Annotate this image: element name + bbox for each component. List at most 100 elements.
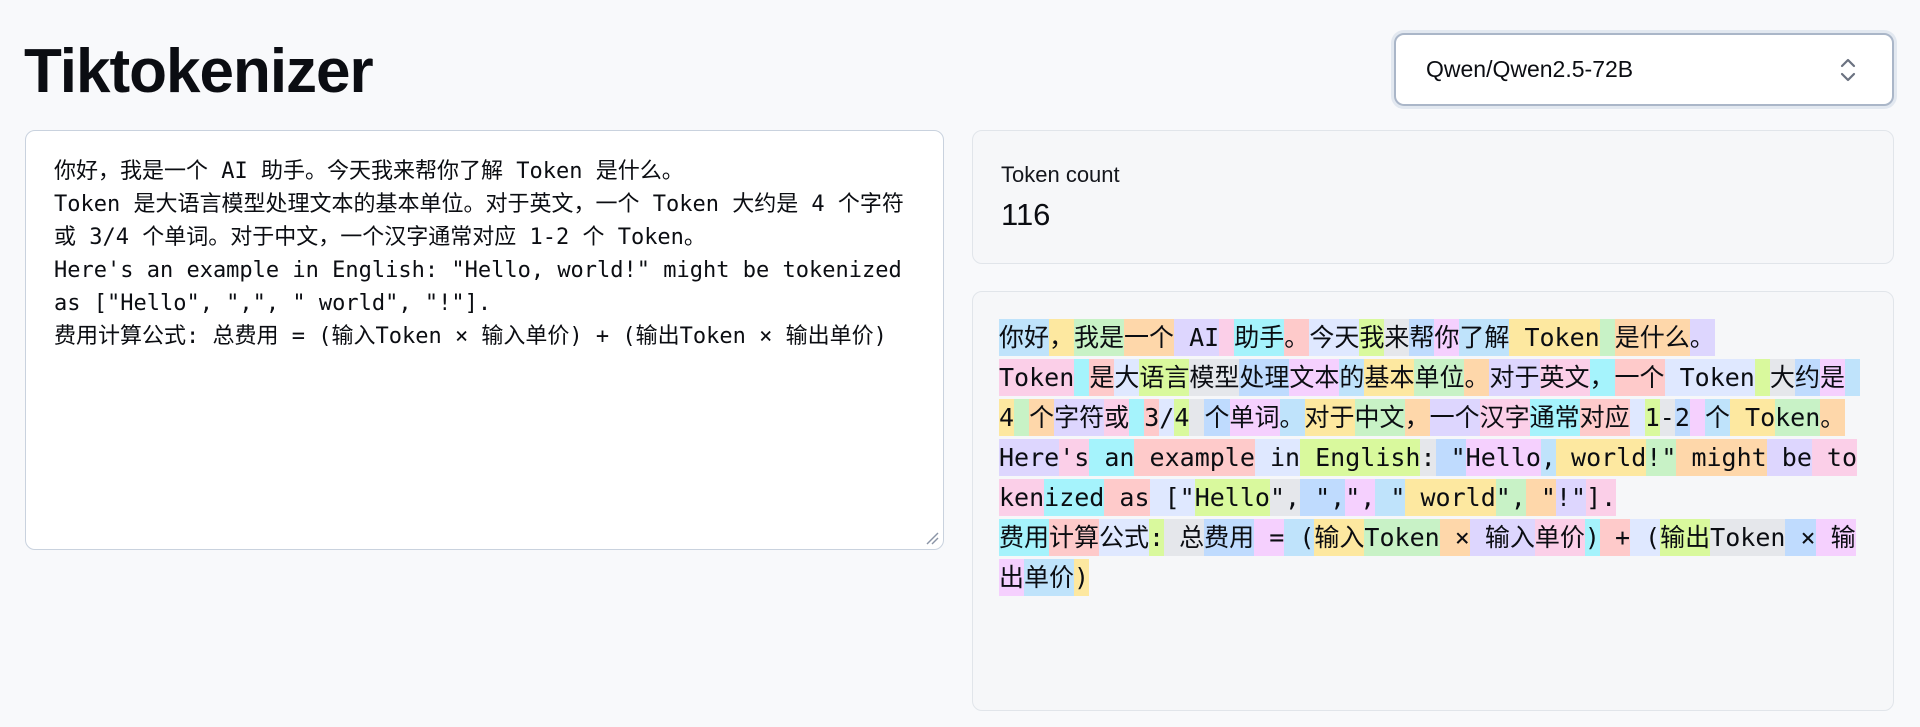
token-chip: / [1159, 399, 1175, 436]
token-chip: 语言 [1139, 359, 1190, 396]
token-chip: 个 [1029, 399, 1055, 436]
token-chip: : [1149, 519, 1165, 556]
token-chip: 一个 [1124, 319, 1175, 356]
token-chip: English [1300, 439, 1421, 476]
token-chip: 。 [1464, 359, 1490, 396]
token-chip: 4 [999, 399, 1015, 436]
token-chip: , [1540, 439, 1556, 476]
token-chip: × [1785, 519, 1816, 556]
token-chip: 大 [1114, 359, 1140, 396]
token-chip: 通常 [1529, 399, 1580, 436]
token-chip: 我是 [1074, 319, 1125, 356]
token-chip: + [1599, 519, 1631, 556]
token-chip: an [1089, 439, 1135, 476]
token-chip: 单价 [1534, 519, 1585, 556]
token-chip: 了解 [1459, 319, 1510, 356]
token-chip: " [1525, 479, 1556, 516]
token-chip: 一个 [1429, 399, 1480, 436]
token-chip [1844, 359, 1861, 396]
token-chip: ( [1630, 519, 1661, 556]
token-chip: 文本 [1289, 359, 1340, 396]
token-chip: ) [1074, 559, 1090, 596]
token-chip: 英文 [1539, 359, 1590, 396]
prompt-input[interactable]: 你好，我是一个 AI 助手。今天我来帮你了解 Token 是什么。 Token … [25, 130, 944, 550]
token-chip: 对于 [1489, 359, 1540, 396]
token-chip: To [1729, 399, 1776, 436]
token-chip [1689, 399, 1705, 436]
prompt-input-text[interactable]: 你好，我是一个 AI 助手。今天我来帮你了解 Token 是什么。 Token … [54, 155, 915, 353]
token-visualization-panel: 你好，我是一个 AI 助手。今天我来帮你了解 Token 是什么。 Token 是… [972, 291, 1894, 711]
token-chip [1754, 359, 1770, 396]
token-chip: Token [1509, 319, 1600, 356]
token-chip: " [1375, 479, 1406, 516]
token-count-value: 116 [1001, 197, 1051, 232]
token-chip: 来 [1384, 319, 1410, 356]
token-chip: ， [1589, 359, 1615, 396]
token-chip: ( [1284, 519, 1315, 556]
token-chip: AI [1174, 319, 1220, 356]
token-count-label: Token count [1001, 162, 1120, 187]
token-chip: 帮 [1409, 319, 1435, 356]
token-chip: ]. [1586, 479, 1617, 516]
token-chip: Token [1710, 519, 1786, 556]
token-chip: 是什么 [1614, 319, 1690, 356]
token-chip: 中文 [1354, 399, 1405, 436]
token-chip: - [1659, 399, 1675, 436]
token-chip: 费用 [1204, 519, 1255, 556]
token-chip: 汉字 [1479, 399, 1530, 436]
token-chip: Hello [1465, 439, 1541, 476]
token-chip: 对于 [1304, 399, 1355, 436]
token-chip: ， [1404, 399, 1430, 436]
token-chip: 你 [1434, 319, 1460, 356]
token-chip: 总 [1164, 519, 1205, 556]
chevron-up-down-icon [1840, 58, 1856, 81]
resize-handle-icon[interactable] [925, 531, 939, 545]
token-chip: be [1766, 439, 1812, 476]
token-chip: 单价 [1024, 559, 1075, 596]
token-chip: 模型 [1189, 359, 1240, 396]
token-chip: 我 [1359, 319, 1385, 356]
token-chip: !" [1646, 439, 1677, 476]
token-chip: : [1420, 439, 1436, 476]
token-chip: 1 [1644, 399, 1660, 436]
token-chip [1129, 399, 1145, 436]
token-chip: 或 [1104, 399, 1130, 436]
token-chip: 。 [1689, 319, 1715, 356]
token-chip: 助手 [1234, 319, 1285, 356]
token-chip: 字符 [1054, 399, 1105, 436]
token-chip [1014, 399, 1030, 436]
token-chip: ", [1345, 479, 1376, 516]
token-visualization: 你好，我是一个 AI 助手。今天我来帮你了解 Token 是什么。 Token 是… [999, 318, 1867, 598]
token-chip: = [1254, 519, 1285, 556]
token-chip: 的 [1339, 359, 1365, 396]
token-chip: ， [1049, 319, 1075, 356]
token-chip [1599, 319, 1615, 356]
token-chip: 4 [1174, 399, 1190, 436]
token-chip: [" [1149, 479, 1195, 516]
token-chip: !" [1555, 479, 1587, 516]
token-chip: 你好 [999, 319, 1050, 356]
token-chip: 。 [1284, 319, 1310, 356]
token-chip: Here [999, 439, 1060, 476]
token-chip: 's [1059, 439, 1090, 476]
token-chip [1629, 399, 1645, 436]
token-chip: 个 [1704, 399, 1730, 436]
token-chip: Token [1364, 519, 1440, 556]
token-chip: in [1254, 439, 1301, 476]
token-chip: 输入 [1469, 519, 1535, 556]
token-chip: 3 [1144, 399, 1160, 436]
token-chip: ", [1495, 479, 1526, 516]
token-count-panel: Token count 116 [972, 130, 1894, 264]
token-chip: 是 [1819, 359, 1845, 396]
token-chip: 输出 [1660, 519, 1711, 556]
token-chip: 2 [1674, 399, 1690, 436]
token-chip: 是 [1089, 359, 1115, 396]
model-select[interactable]: Qwen/Qwen2.5-72B [1394, 33, 1894, 106]
token-chip: 今天 [1309, 319, 1360, 356]
token-chip: " [1435, 439, 1466, 476]
token-chip: 基本 [1364, 359, 1415, 396]
token-chip: might [1676, 439, 1767, 476]
token-chip: ized [1044, 479, 1105, 516]
token-chip: 对应 [1579, 399, 1630, 436]
token-chip: Token [1664, 359, 1755, 396]
